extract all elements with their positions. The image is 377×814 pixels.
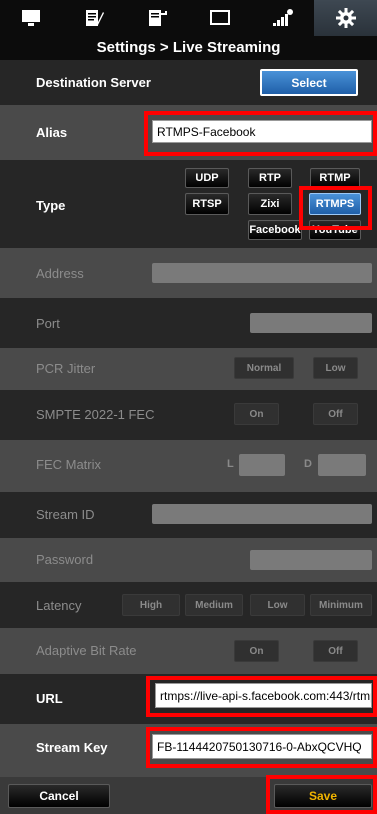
type-rtmp-button[interactable]: RTMP (310, 168, 360, 188)
abr-on-button[interactable]: On (234, 640, 279, 662)
abr-label: Adaptive Bit Rate (36, 643, 137, 658)
tab-bar (0, 0, 377, 36)
type-zixi-button[interactable]: Zixi (248, 193, 292, 215)
stream-id-label: Stream ID (36, 507, 95, 522)
latency-high-button[interactable]: High (122, 594, 180, 616)
select-button[interactable]: Select (260, 69, 358, 96)
latency-minimum-button[interactable]: Minimum (310, 594, 372, 616)
tab-export[interactable] (126, 0, 189, 36)
pcr-low-button[interactable]: Low (313, 357, 358, 379)
latency-medium-button[interactable]: Medium (185, 594, 243, 616)
pcr-jitter-label: PCR Jitter (36, 361, 96, 376)
document-export-icon (149, 10, 168, 26)
row-latency: Latency High Medium Low Minimum (0, 582, 377, 628)
document-edit-icon (86, 10, 105, 26)
monitor-icon (22, 10, 41, 26)
gear-icon (335, 8, 356, 28)
type-rtsp-button[interactable]: RTSP (185, 193, 229, 215)
fec-d-label: D (304, 458, 312, 470)
save-highlight (266, 775, 377, 814)
fec-l-input[interactable] (239, 454, 285, 476)
alias-label: Alias (36, 125, 68, 140)
page-title: Settings > Live Streaming (0, 36, 377, 60)
type-facebook-button[interactable]: Facebook (248, 220, 302, 240)
row-adaptive-bit-rate: Adaptive Bit Rate On Off (0, 628, 377, 674)
row-stream-id: Stream ID (0, 492, 377, 538)
type-udp-button[interactable]: UDP (185, 168, 229, 188)
tab-monitor[interactable] (0, 0, 63, 36)
password-input[interactable] (250, 550, 372, 570)
rtmps-highlight (299, 186, 372, 230)
fec-l-label: L (227, 458, 234, 470)
tab-edit[interactable] (63, 0, 126, 36)
latency-low-button[interactable]: Low (250, 594, 305, 616)
url-highlight (146, 676, 377, 717)
stream-key-highlight (146, 727, 377, 768)
pcr-normal-button[interactable]: Normal (234, 357, 294, 379)
row-destination-server: Destination Server Select (0, 60, 377, 105)
abr-off-button[interactable]: Off (313, 640, 358, 662)
smpte-off-button[interactable]: Off (313, 403, 358, 425)
row-smpte-fec: SMPTE 2022-1 FEC On Off (0, 390, 377, 440)
smpte-on-button[interactable]: On (234, 403, 279, 425)
window-icon (209, 10, 230, 25)
row-pcr-jitter: PCR Jitter Normal Low (0, 348, 377, 390)
type-label: Type (36, 198, 66, 213)
signal-bars-gear-icon (272, 9, 293, 26)
row-port: Port (0, 298, 377, 348)
row-password: Password (0, 538, 377, 582)
stream-key-label: Stream Key (36, 740, 108, 755)
alias-highlight (144, 111, 377, 156)
port-input[interactable] (250, 313, 372, 333)
fec-matrix-label: FEC Matrix (36, 457, 101, 472)
row-address: Address (0, 248, 377, 298)
latency-label: Latency (36, 598, 82, 613)
row-fec-matrix: FEC Matrix L D (0, 440, 377, 492)
destination-server-label: Destination Server (36, 75, 151, 90)
fec-d-input[interactable] (318, 454, 366, 476)
tab-network[interactable] (251, 0, 314, 36)
address-label: Address (36, 266, 84, 281)
tab-settings[interactable] (314, 0, 377, 36)
stream-id-input[interactable] (152, 504, 372, 524)
address-input[interactable] (152, 263, 372, 283)
port-label: Port (36, 316, 60, 331)
tab-window[interactable] (188, 0, 251, 36)
smpte-label: SMPTE 2022-1 FEC (36, 407, 155, 422)
type-rtp-button[interactable]: RTP (248, 168, 292, 188)
cancel-button[interactable]: Cancel (8, 784, 110, 808)
password-label: Password (36, 552, 94, 567)
url-label: URL (36, 691, 63, 706)
